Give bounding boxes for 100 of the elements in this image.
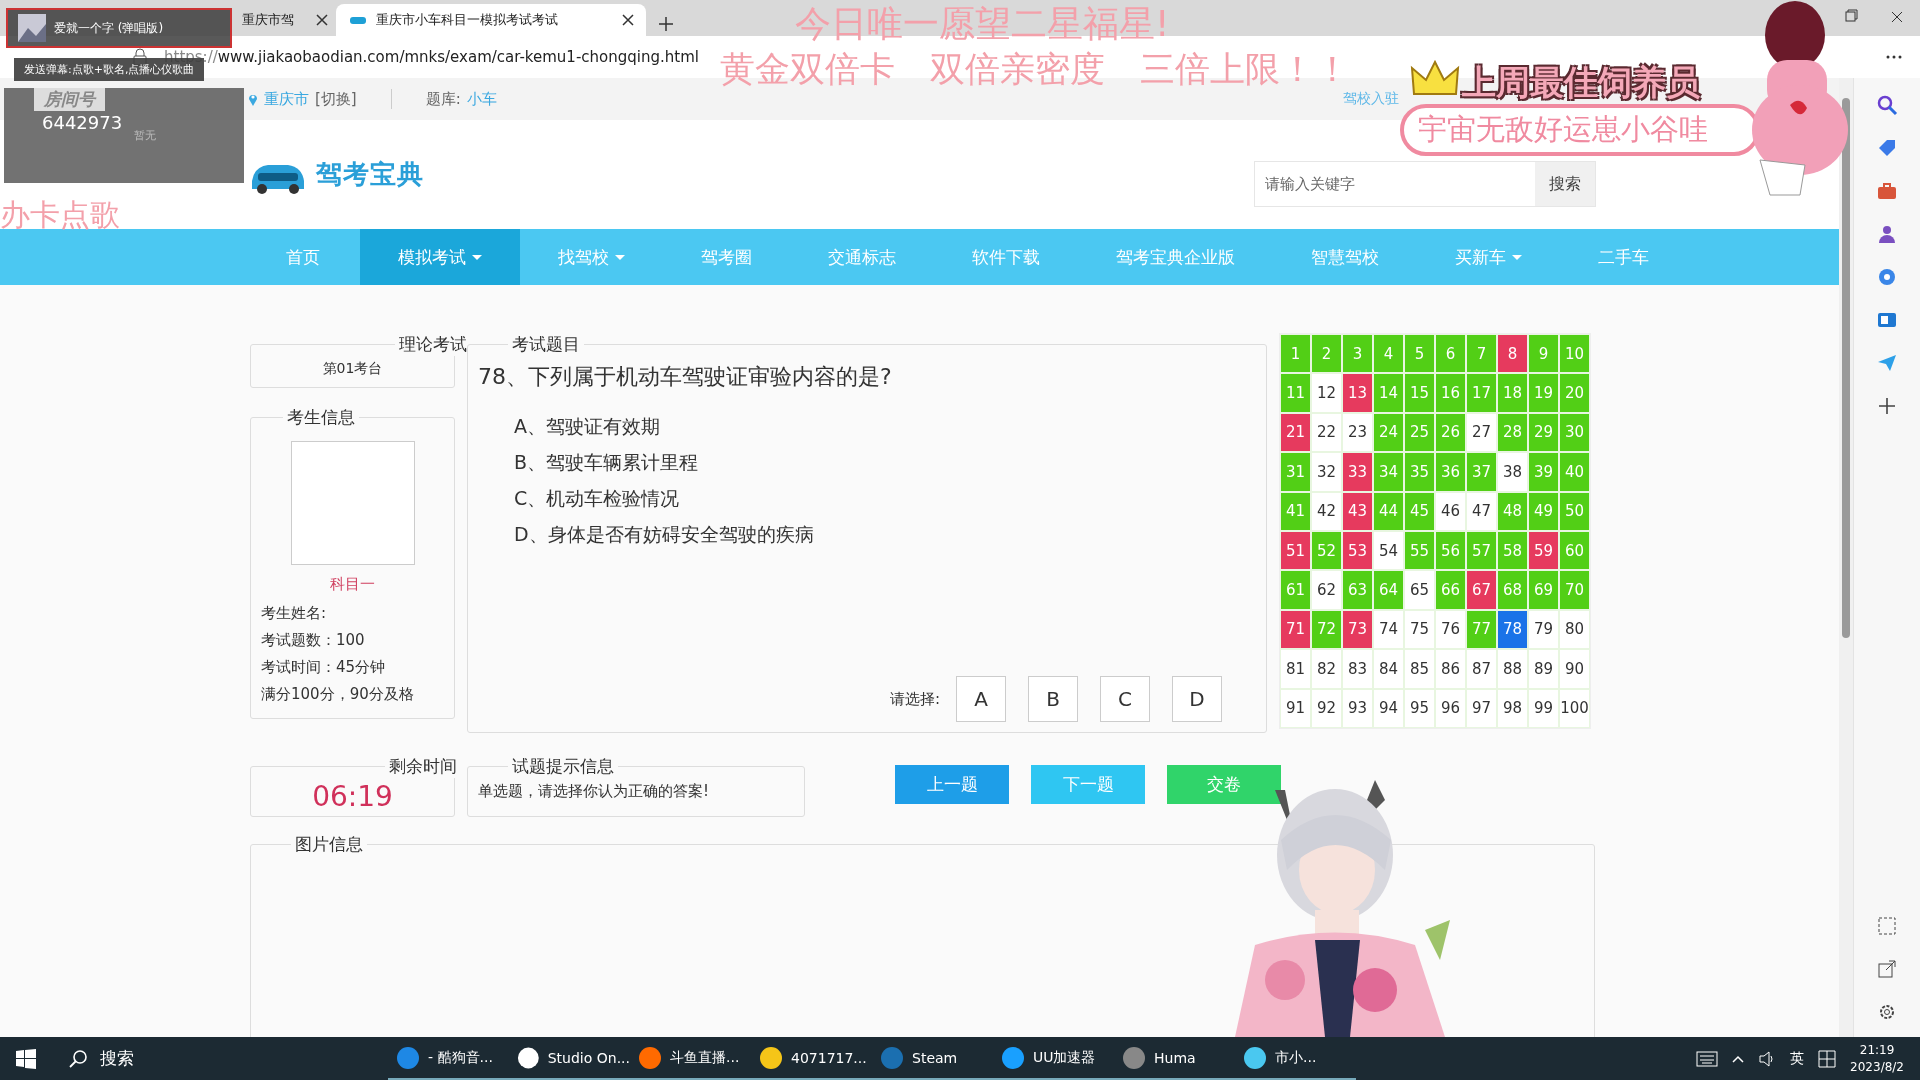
search-field[interactable]: 搜索 [100, 1047, 134, 1070]
taskbar-app[interactable]: Studio On... [509, 1037, 630, 1080]
question-number[interactable]: 54 [1373, 530, 1404, 571]
song-request-banner: 发送弹幕:点歌+歌名,点播心仪歌曲 [14, 58, 205, 81]
panel-title: 理论考试 [397, 333, 468, 356]
app-icon [1122, 1045, 1146, 1070]
question-number[interactable]: 92 [1311, 688, 1342, 728]
question-number[interactable]: 87 [1466, 649, 1497, 689]
question-number[interactable]: 21 [1280, 412, 1311, 453]
question-number[interactable]: 96 [1435, 688, 1466, 728]
windows-start-icon[interactable] [16, 1048, 36, 1069]
circle-icon[interactable] [1876, 266, 1898, 288]
question-number[interactable]: 90 [1559, 649, 1590, 689]
search-button[interactable]: 搜索 [1535, 162, 1595, 206]
info-text: 考生姓名: [261, 603, 328, 624]
award-title: 上周最佳饲养员 [1462, 61, 1700, 104]
answer-option: B、驾驶车辆累计里程 [514, 444, 1256, 480]
question-number[interactable]: 71 [1280, 609, 1311, 650]
question-number[interactable]: 73 [1342, 609, 1373, 650]
external-icon[interactable] [1876, 958, 1898, 980]
browser-tab[interactable]: 重庆市驾 [236, 4, 334, 36]
question-number[interactable]: 86 [1435, 649, 1466, 689]
question-number[interactable]: 27 [1466, 412, 1497, 453]
question-number[interactable]: 8 [1497, 334, 1528, 374]
switch-link[interactable]: [切换] [315, 89, 357, 109]
question-number[interactable]: 51 [1280, 530, 1311, 571]
question-number[interactable]: 53 [1342, 530, 1373, 571]
city-link[interactable]: 重庆市 [264, 89, 309, 109]
question-number[interactable]: 82 [1311, 649, 1342, 689]
nav-item[interactable]: 模拟考试 [360, 229, 520, 285]
taskbar-app[interactable]: - 酷狗音... [388, 1037, 509, 1080]
question-number[interactable]: 76 [1435, 609, 1466, 650]
question-number[interactable]: 94 [1373, 688, 1404, 728]
toolbox-icon[interactable] [1876, 180, 1898, 202]
grid-icon[interactable] [1818, 1049, 1837, 1068]
search-icon[interactable] [68, 1048, 88, 1069]
question-number[interactable]: 13 [1342, 373, 1373, 413]
question-number[interactable]: 91 [1280, 688, 1311, 728]
question-number[interactable]: 33 [1342, 452, 1373, 492]
taskbar-app[interactable]: Steam [872, 1037, 993, 1080]
question-number[interactable]: 81 [1280, 649, 1311, 689]
close-icon[interactable] [622, 14, 634, 26]
question-number[interactable]: 89 [1528, 649, 1559, 689]
question-number[interactable]: 75 [1404, 609, 1435, 650]
chevron-up-icon[interactable] [1732, 1054, 1745, 1063]
subject-label: 科目一 [329, 575, 376, 594]
person-icon[interactable] [1876, 223, 1898, 245]
scrollbar[interactable] [1839, 78, 1853, 1037]
question-number[interactable]: 100 [1559, 688, 1590, 728]
panel-title: 考生信息 [286, 406, 356, 429]
question-number[interactable]: 99 [1528, 688, 1559, 728]
plus-icon[interactable] [1876, 395, 1898, 417]
keyboard-icon[interactable] [1696, 1050, 1719, 1067]
close-icon[interactable] [316, 14, 328, 26]
question-number[interactable]: 23 [1342, 412, 1373, 453]
question-number[interactable]: 80 [1559, 609, 1590, 650]
search-icon[interactable] [1876, 94, 1898, 116]
question-number[interactable]: 62 [1311, 570, 1342, 610]
new-tab-icon[interactable] [658, 16, 674, 32]
question-number[interactable]: 98 [1497, 688, 1528, 728]
panel-title: 图片信息 [294, 833, 364, 856]
question-number[interactable]: 88 [1497, 649, 1528, 689]
choose-label: 请选择: [889, 689, 940, 709]
question-number[interactable]: 83 [1342, 649, 1373, 689]
bank-link[interactable]: 小车 [466, 89, 497, 109]
bank-label: 题库: [425, 89, 461, 109]
ime-indicator[interactable]: 英 [1790, 1049, 1805, 1068]
question-number[interactable]: 67 [1466, 570, 1497, 610]
question-number[interactable]: 22 [1311, 412, 1342, 453]
choice-button[interactable]: D [1172, 676, 1222, 722]
choice-button[interactable]: C [1100, 676, 1150, 722]
question-number[interactable]: 38 [1497, 452, 1528, 492]
question-number[interactable]: 85 [1404, 649, 1435, 689]
question-number[interactable]: 43 [1342, 491, 1373, 531]
question-number[interactable]: 95 [1404, 688, 1435, 728]
question-number[interactable]: 32 [1311, 452, 1342, 492]
question-number[interactable]: 46 [1435, 491, 1466, 531]
site-logo[interactable]: 驾考宝典 [316, 157, 424, 192]
taskbar-app[interactable]: 斗鱼直播... [630, 1037, 751, 1080]
choice-button[interactable]: B [1028, 676, 1078, 722]
question-number[interactable]: 59 [1528, 530, 1559, 571]
browser-tab[interactable]: 重庆市小车科目一模拟考试考试 [336, 4, 646, 36]
song-title: 爱就一个字 (弹唱版) [54, 19, 164, 37]
question-number[interactable]: 65 [1404, 570, 1435, 610]
taskbar-app[interactable]: 4071717... [751, 1037, 872, 1080]
question-number[interactable]: 78 [1497, 609, 1528, 650]
question-number[interactable]: 79 [1528, 609, 1559, 650]
question-number[interactable]: 74 [1373, 609, 1404, 650]
question-number[interactable]: 93 [1342, 688, 1373, 728]
question-number[interactable]: 84 [1373, 649, 1404, 689]
question-number[interactable]: 12 [1311, 373, 1342, 413]
taskbar-app[interactable]: Huma [1114, 1037, 1235, 1080]
search-field[interactable]: 请输入关键字 搜索 [1254, 161, 1596, 207]
choice-button[interactable]: A [956, 676, 1006, 722]
question-number[interactable]: 47 [1466, 491, 1497, 531]
taskbar-app[interactable]: UU加速器 [993, 1037, 1114, 1080]
clock[interactable]: 21:19 2023/8/2 [1850, 1041, 1904, 1076]
question-number[interactable]: 42 [1311, 491, 1342, 531]
prev-button[interactable]: 上一题 [895, 765, 1009, 804]
question-number[interactable]: 97 [1466, 688, 1497, 728]
